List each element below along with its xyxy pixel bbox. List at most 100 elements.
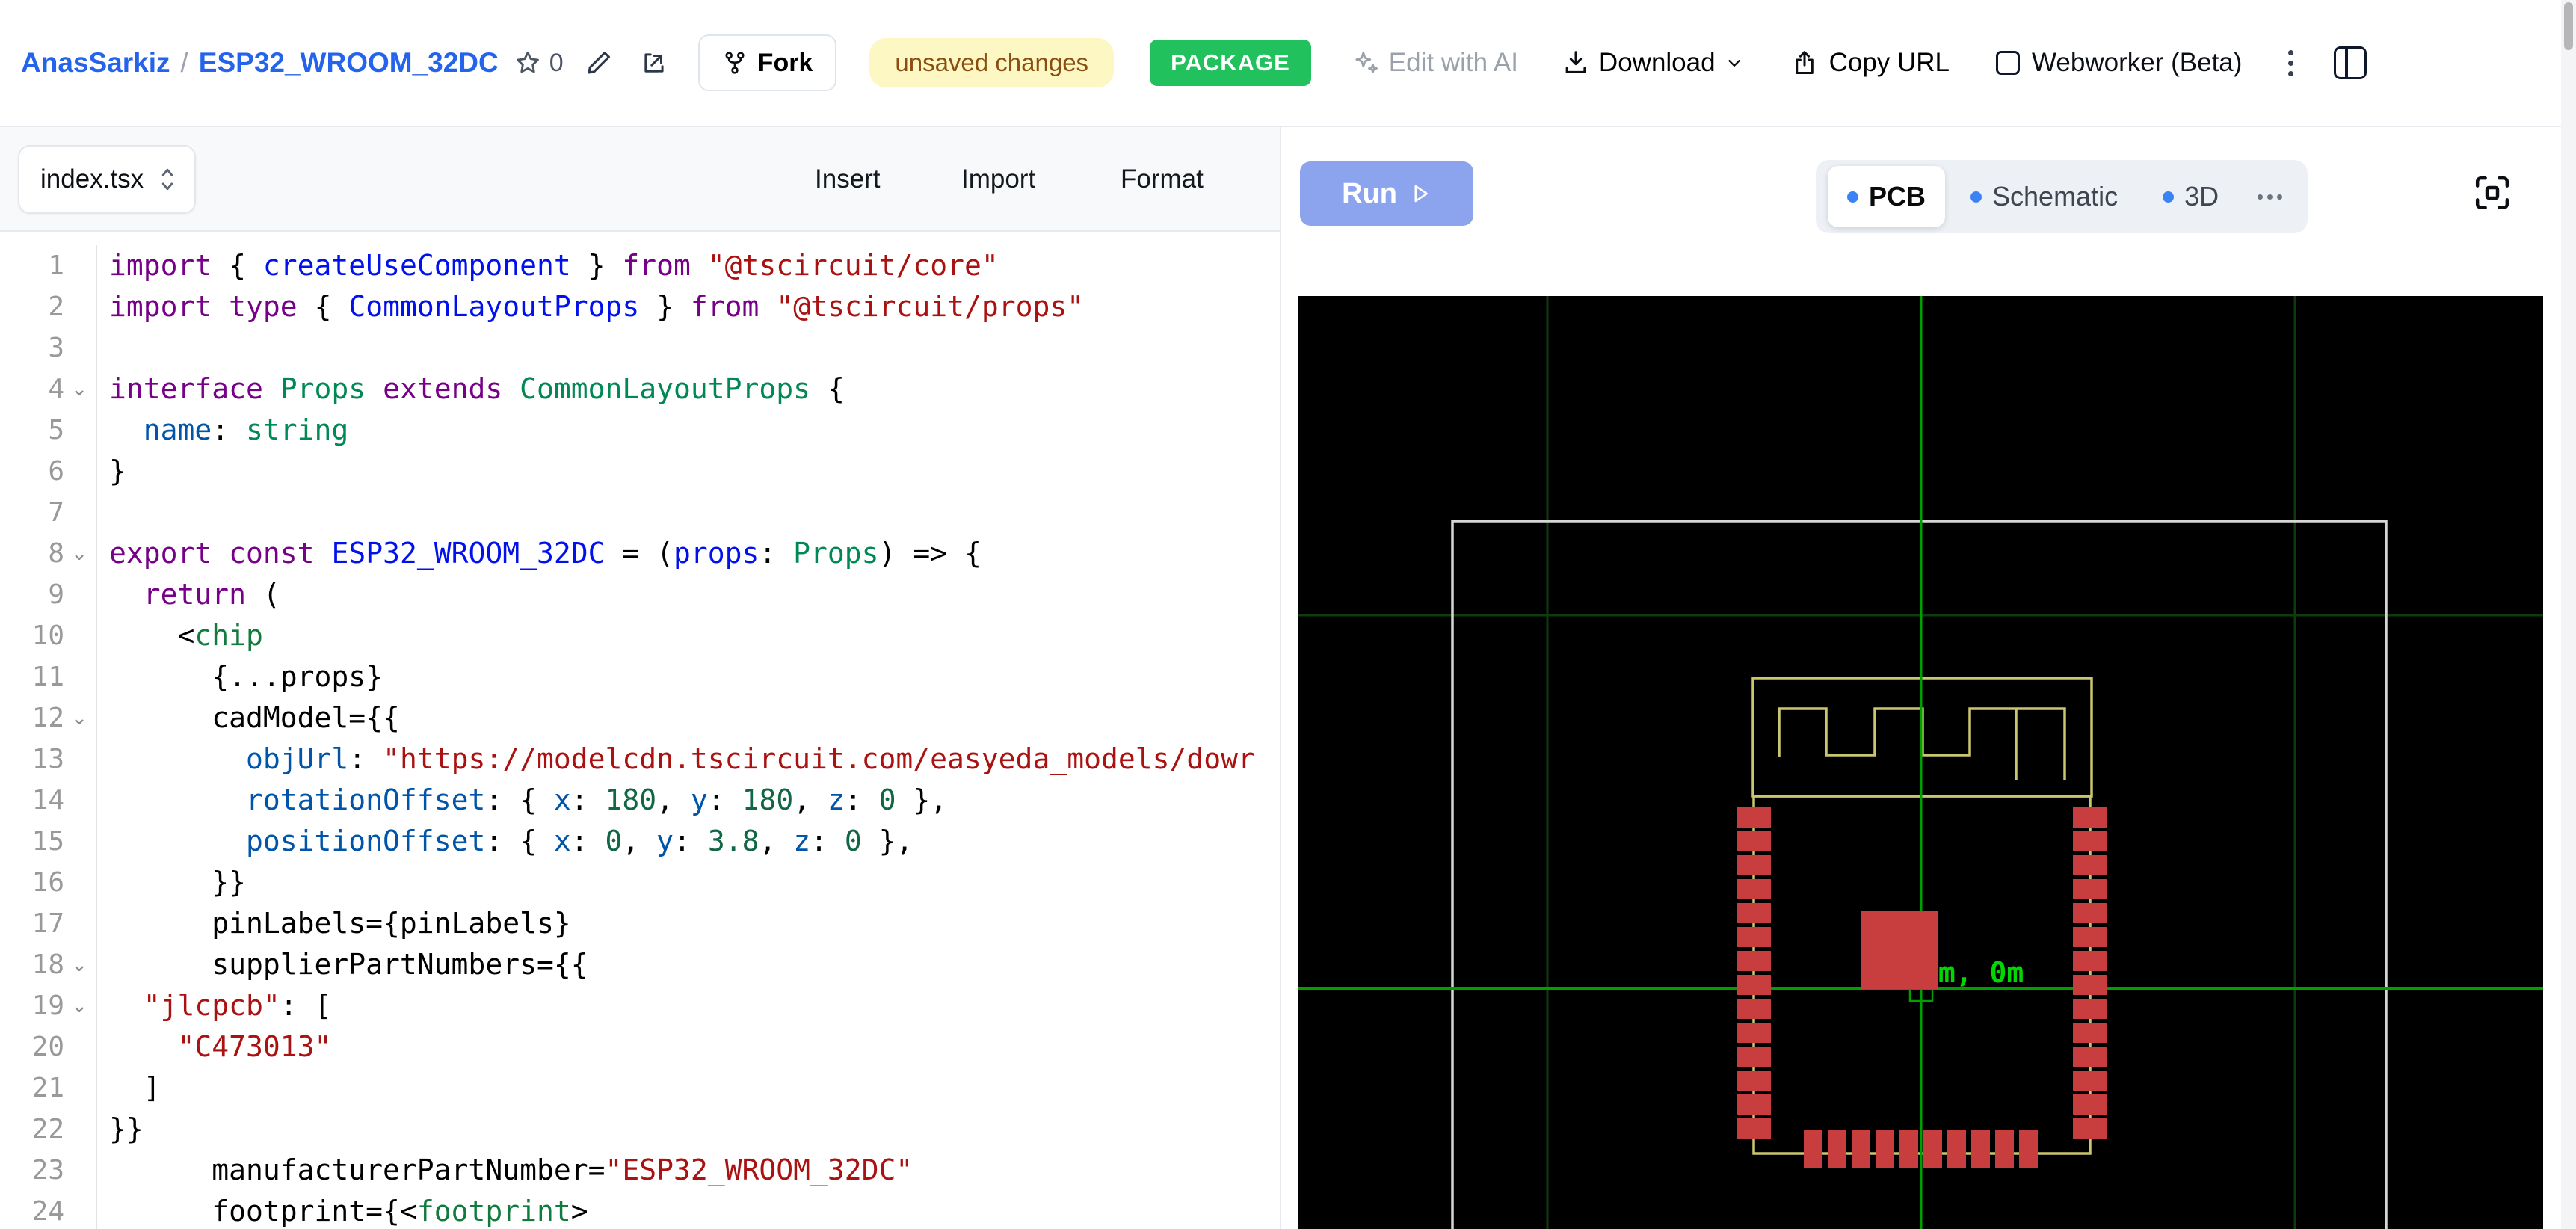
code-line[interactable]: 3 [0, 327, 1280, 369]
code-editor[interactable]: 1import { createUseComponent } from "@ts… [0, 232, 1280, 1229]
pcb-pad[interactable] [1828, 1130, 1846, 1168]
pcb-pad[interactable] [2073, 1094, 2107, 1115]
pcb-pad[interactable] [2073, 1118, 2107, 1139]
pcb-pad[interactable] [1737, 999, 1771, 1019]
pcb-pad[interactable] [2019, 1130, 2038, 1168]
open-external-button[interactable] [640, 49, 668, 77]
pcb-pad[interactable] [2073, 807, 2107, 828]
code-line[interactable]: 10 <chip [0, 615, 1280, 656]
edit-with-ai-button[interactable]: Edit with AI [1352, 48, 1518, 78]
pcb-pad[interactable] [1737, 1023, 1771, 1043]
pcb-pad[interactable] [1737, 975, 1771, 995]
code-line[interactable]: 14 rotationOffset: { x: 180, y: 180, z: … [0, 780, 1280, 821]
tab-schematic[interactable]: Schematic [1951, 166, 2137, 227]
code-line[interactable]: 5 name: string [0, 410, 1280, 451]
code-line[interactable]: 12⌄ cadModel={{ [0, 697, 1280, 739]
code-line[interactable]: 13 objUrl: "https://modelcdn.tscircuit.c… [0, 739, 1280, 780]
pcb-pad[interactable] [1737, 831, 1771, 851]
code-line[interactable]: 4⌄interface Props extends CommonLayoutPr… [0, 369, 1280, 410]
code-line[interactable]: 19⌄ "jlcpcb": [ [0, 985, 1280, 1026]
pcb-pad[interactable] [1995, 1130, 2014, 1168]
code-line[interactable]: 11 {...props} [0, 656, 1280, 697]
pcb-pad[interactable] [2073, 999, 2107, 1019]
pcb-pad[interactable] [2073, 975, 2107, 995]
code-text: } [97, 451, 126, 492]
code-line[interactable]: 15 positionOffset: { x: 0, y: 3.8, z: 0 … [0, 821, 1280, 862]
download-button[interactable]: Download [1562, 48, 1744, 78]
fork-button[interactable]: Fork [698, 34, 837, 91]
scrollbar-thumb[interactable] [2564, 2, 2573, 50]
code-line[interactable]: 21 ] [0, 1068, 1280, 1109]
pcb-pad[interactable] [2073, 855, 2107, 875]
breadcrumb-project-link[interactable]: ESP32_WROOM_32DC [199, 47, 499, 78]
pcb-pad[interactable] [1947, 1130, 1966, 1168]
menu-import[interactable]: Import [961, 127, 1035, 232]
pcb-pad[interactable] [1737, 855, 1771, 875]
tab-3d[interactable]: 3D [2143, 166, 2238, 227]
pcb-pad[interactable] [1737, 1094, 1771, 1115]
editor-toolbar: index.tsx Insert Import Format [0, 127, 1280, 232]
run-button[interactable]: Run [1300, 161, 1473, 226]
fold-chevron-icon[interactable]: ⌄ [64, 369, 94, 410]
pcb-pad[interactable] [1852, 1130, 1870, 1168]
fold-chevron-icon[interactable]: ⌄ [64, 985, 94, 1026]
pcb-pad[interactable] [2073, 927, 2107, 947]
code-line[interactable]: 7 [0, 492, 1280, 533]
pcb-pad[interactable] [2073, 1047, 2107, 1067]
file-selector[interactable]: index.tsx [18, 145, 196, 214]
pcb-pad[interactable] [1737, 1118, 1771, 1139]
pcb-canvas[interactable]: 0m, 0m [1298, 296, 2543, 1229]
pcb-pad[interactable] [1737, 951, 1771, 971]
code-text: name: string [97, 410, 348, 451]
webworker-toggle[interactable]: Webworker (Beta) [1996, 48, 2242, 78]
page-scrollbar[interactable] [2561, 0, 2576, 1229]
fold-chevron-icon[interactable]: ⌄ [64, 697, 94, 739]
pcb-pad[interactable] [1923, 1130, 1942, 1168]
fold-chevron-icon[interactable]: ⌄ [64, 944, 94, 985]
package-badge: PACKAGE [1150, 40, 1311, 86]
code-text: import { createUseComponent } from "@tsc… [97, 245, 999, 286]
tabs-overflow-button[interactable] [2244, 194, 2296, 200]
panel-layout-button[interactable] [2334, 46, 2367, 79]
webworker-checkbox[interactable] [1996, 51, 2020, 75]
copy-url-button[interactable]: Copy URL [1790, 48, 1950, 78]
code-line[interactable]: 18⌄ supplierPartNumbers={{ [0, 944, 1280, 985]
code-line[interactable]: 9 return ( [0, 574, 1280, 615]
code-line[interactable]: 16 }} [0, 862, 1280, 903]
pcb-pad[interactable] [1804, 1130, 1822, 1168]
pcb-pad[interactable] [2073, 951, 2107, 971]
code-line[interactable]: 22}} [0, 1109, 1280, 1150]
edit-title-button[interactable] [585, 49, 613, 77]
code-line[interactable]: 6} [0, 451, 1280, 492]
menu-format[interactable]: Format [1121, 127, 1204, 232]
code-line[interactable]: 23 manufacturerPartNumber="ESP32_WROOM_3… [0, 1150, 1280, 1191]
code-line[interactable]: 17 pinLabels={pinLabels} [0, 903, 1280, 944]
pcb-pad[interactable] [2073, 1023, 2107, 1043]
pcb-pad[interactable] [1899, 1130, 1918, 1168]
code-line[interactable]: 20 "C473013" [0, 1026, 1280, 1068]
pcb-pad[interactable] [1737, 1071, 1771, 1091]
fullscreen-button[interactable] [2471, 172, 2513, 214]
pcb-pad[interactable] [1737, 879, 1771, 899]
pcb-pad[interactable] [1737, 927, 1771, 947]
menu-insert[interactable]: Insert [815, 127, 881, 232]
code-line[interactable]: 8⌄export const ESP32_WROOM_32DC = (props… [0, 533, 1280, 574]
pcb-pad[interactable] [1737, 903, 1771, 923]
pcb-pad[interactable] [2073, 831, 2107, 851]
pcb-pad[interactable] [1861, 911, 1938, 989]
pcb-pad[interactable] [2073, 903, 2107, 923]
more-options-button[interactable] [2284, 46, 2298, 81]
pcb-pad[interactable] [2073, 1071, 2107, 1091]
code-line[interactable]: 24 footprint={<footprint> [0, 1191, 1280, 1229]
code-line[interactable]: 2import type { CommonLayoutProps } from … [0, 286, 1280, 327]
pcb-pad[interactable] [2073, 879, 2107, 899]
pcb-pad[interactable] [1876, 1130, 1894, 1168]
pcb-pad[interactable] [1737, 1047, 1771, 1067]
tab-pcb[interactable]: PCB [1828, 166, 1945, 227]
code-line[interactable]: 1import { createUseComponent } from "@ts… [0, 245, 1280, 286]
star-button[interactable]: 0 [514, 49, 564, 78]
pcb-pad[interactable] [1737, 807, 1771, 828]
breadcrumb-owner-link[interactable]: AnasSarkiz [21, 47, 170, 78]
pcb-pad[interactable] [1971, 1130, 1990, 1168]
fold-chevron-icon[interactable]: ⌄ [64, 533, 94, 574]
